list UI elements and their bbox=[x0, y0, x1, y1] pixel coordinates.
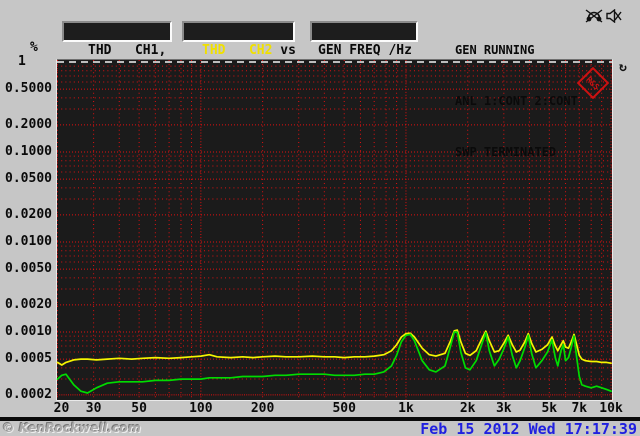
status-block: GEN RUNNING ANL 1:CONT 2:CONT SWP TERMIN… bbox=[455, 8, 578, 195]
y-axis-tick-0.5000: 0.5000 bbox=[5, 81, 52, 97]
y-axis-tick-0.0020: 0.0020 bbox=[5, 296, 52, 312]
status-sweep: SWP TERMINATED bbox=[455, 145, 557, 159]
vs-label: vs bbox=[272, 43, 296, 58]
y-axis-tick-0.0100: 0.0100 bbox=[5, 234, 52, 249]
y-axis-tick-0.0010: 0.0010 bbox=[5, 324, 52, 339]
x-axis-tick-30: 30 bbox=[85, 401, 102, 416]
y-axis-tick-0.2000: 0.2000 bbox=[5, 116, 52, 132]
x-axis-tick-1k: 1k bbox=[398, 401, 414, 416]
y-unit-label: % bbox=[30, 40, 38, 55]
watermark: © KenRockwell.com bbox=[2, 420, 141, 435]
speaker-muted-icon bbox=[606, 9, 622, 23]
readout-display-2 bbox=[182, 21, 295, 42]
x-axis-tick-2k: 2k bbox=[459, 401, 476, 416]
x-axis-tick-200: 200 bbox=[250, 401, 275, 416]
y-axis-tick-0.0005: 0.0005 bbox=[5, 351, 52, 367]
x-axis-tick-500: 500 bbox=[332, 401, 356, 416]
trace-ch1-label: THD CH1, bbox=[88, 43, 167, 58]
y-axis-tick-0.0050: 0.0050 bbox=[5, 261, 52, 277]
x-axis-tick-50: 50 bbox=[131, 401, 147, 416]
trace-ch2-label-highlight: THD CH2 bbox=[202, 43, 273, 58]
trace-ch2-label: THD CH2 vs bbox=[202, 43, 296, 58]
audio-analyzer-screen: R&S THD CH1, THD CH2 vs GEN FREQ /Hz GEN… bbox=[0, 0, 640, 436]
x-axis-tick-20: 20 bbox=[53, 401, 70, 416]
y-axis-tick-0.1000: 0.1000 bbox=[5, 144, 52, 159]
readout-display-1 bbox=[62, 21, 172, 42]
status-generator: GEN RUNNING bbox=[455, 43, 535, 57]
y-axis-tick-0.0200: 0.0200 bbox=[5, 206, 52, 222]
status-analyzer: ANL 1:CONT 2:CONT bbox=[455, 94, 578, 108]
datetime-label: Feb 15 2012 Wed 17:17:39 bbox=[420, 420, 637, 436]
x-axis-tick-100: 100 bbox=[189, 401, 213, 416]
y-axis-tick-1: 1 bbox=[18, 54, 26, 69]
x-axis-tick-5k: 5k bbox=[541, 401, 558, 416]
x-axis-tick-10k: 10k bbox=[599, 401, 623, 416]
headphones-muted-icon bbox=[585, 9, 603, 23]
rotate-knob-icon: ↻ bbox=[619, 60, 627, 75]
x-axis-tick-7k: 7k bbox=[571, 401, 588, 416]
y-axis-tick-0.0002: 0.0002 bbox=[5, 386, 52, 402]
x-axis-tick-3k: 3k bbox=[495, 401, 512, 416]
x-quantity-label: GEN FREQ /Hz bbox=[318, 43, 412, 58]
y-axis-tick-0.0500: 0.0500 bbox=[5, 171, 52, 187]
readout-display-3 bbox=[310, 21, 418, 42]
